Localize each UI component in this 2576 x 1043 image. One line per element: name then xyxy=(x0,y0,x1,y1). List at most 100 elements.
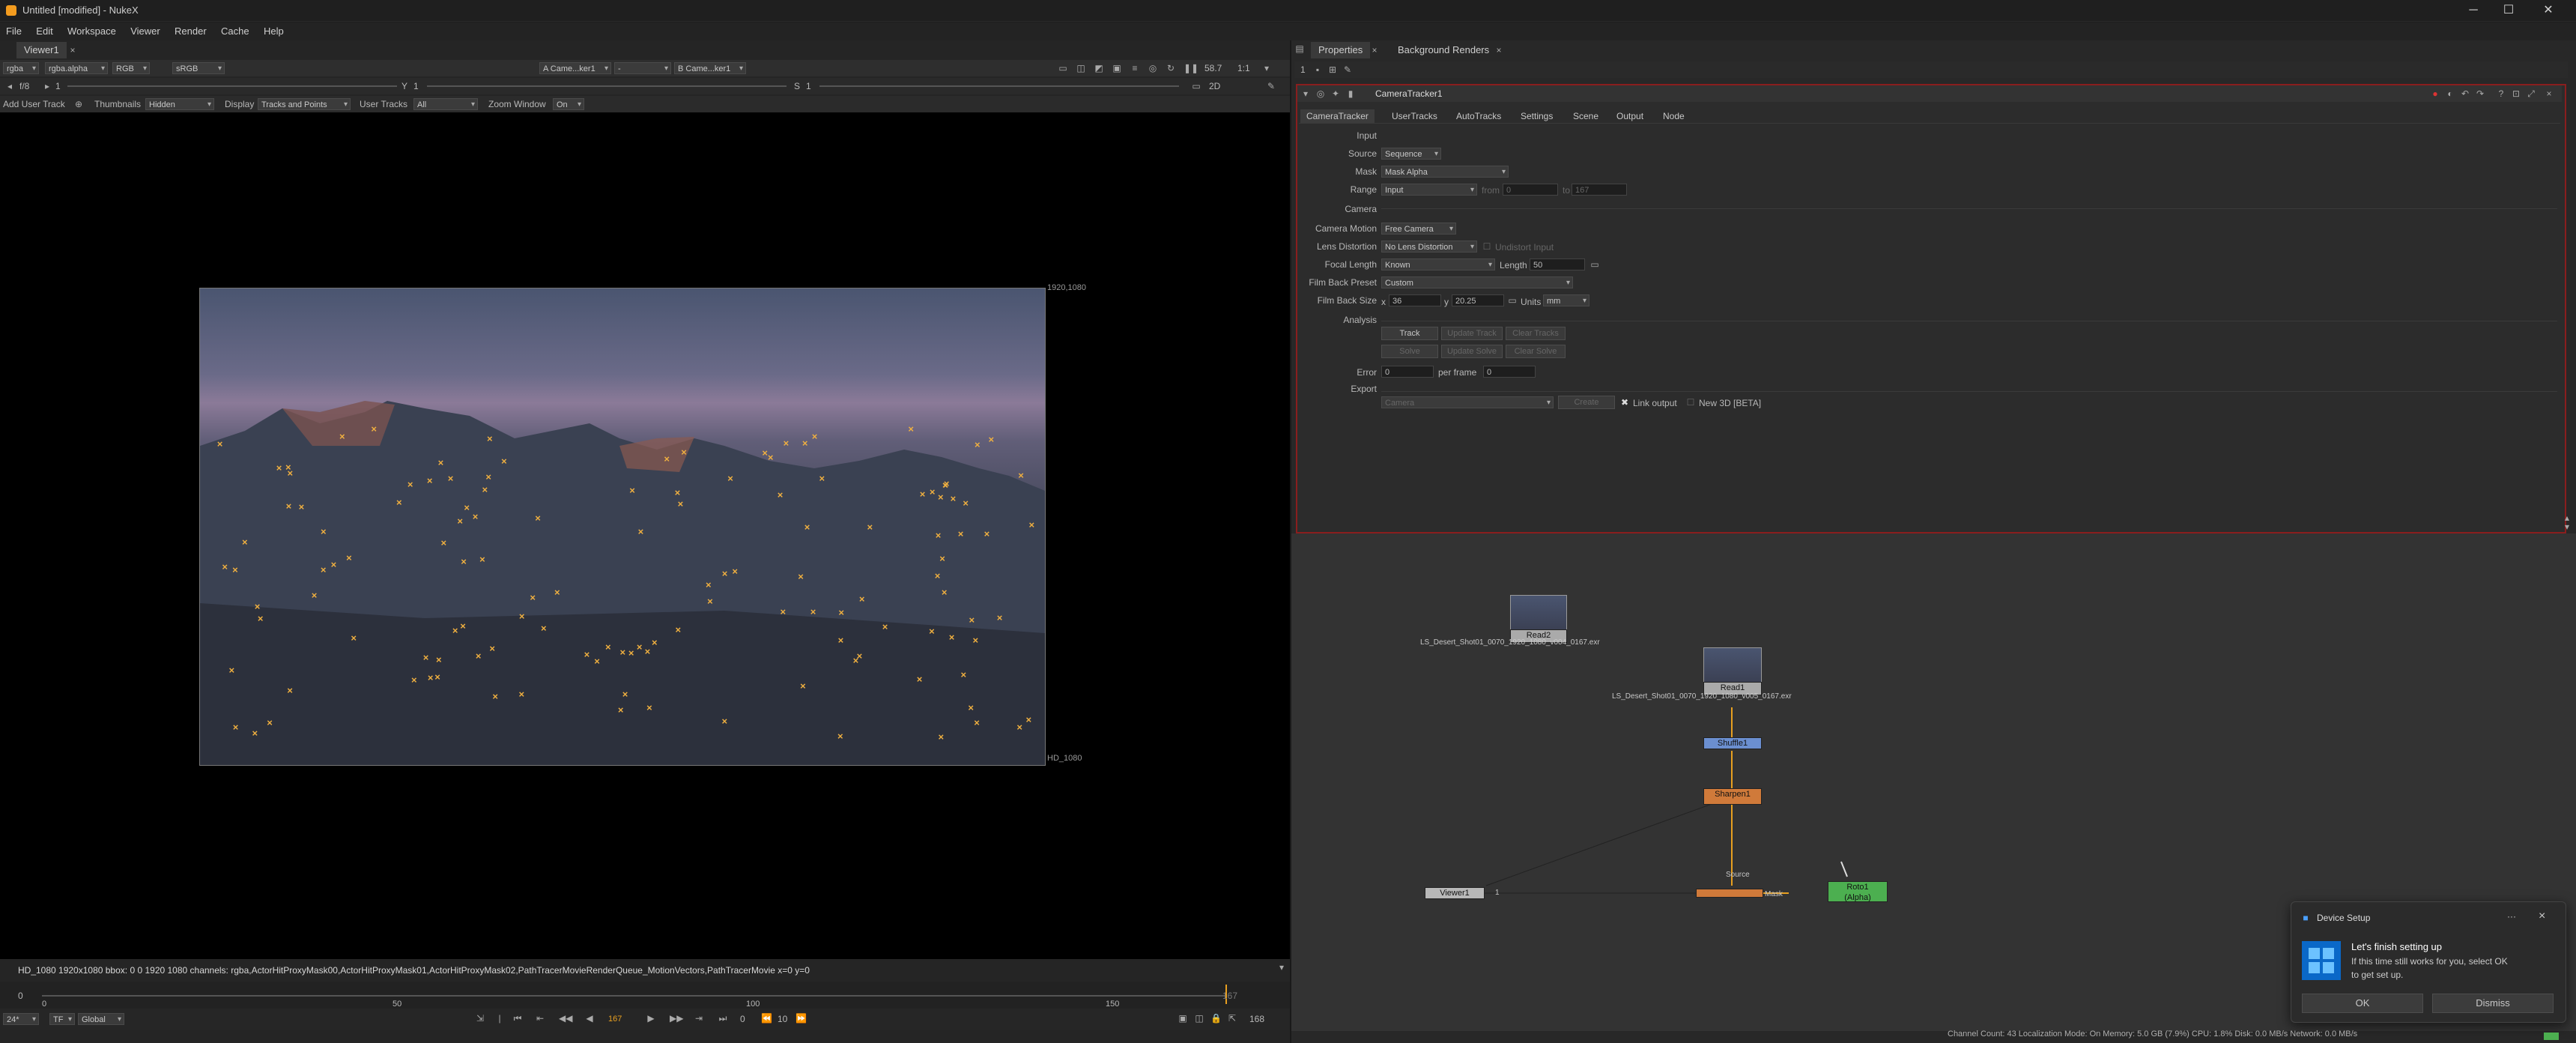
first-frame-icon[interactable]: ⏮ xyxy=(512,1013,523,1024)
track-marker[interactable]: × xyxy=(857,651,863,661)
play-icon[interactable]: ▶ xyxy=(646,1013,656,1024)
roto-node[interactable]: Roto1 (Alpha) xyxy=(1828,881,1888,902)
track-marker[interactable]: × xyxy=(768,453,774,462)
track-marker[interactable]: × xyxy=(664,454,670,464)
track-marker[interactable]: × xyxy=(339,432,345,441)
track-marker[interactable]: × xyxy=(645,647,651,656)
update-solve-button[interactable]: Update Solve xyxy=(1441,345,1503,358)
menu-help[interactable]: Help xyxy=(258,22,290,37)
track-marker[interactable]: × xyxy=(969,615,975,625)
user-tracks-dropdown[interactable]: All xyxy=(413,98,478,111)
frame-icon[interactable]: ▭ xyxy=(1191,81,1201,91)
roi-icon[interactable]: ▭ xyxy=(1058,63,1068,73)
track-marker[interactable]: × xyxy=(810,607,816,617)
in-point-icon[interactable]: | xyxy=(494,1013,505,1024)
more-icon[interactable]: ▾ xyxy=(1261,63,1272,73)
track-marker[interactable]: × xyxy=(222,562,228,572)
track-marker[interactable]: × xyxy=(678,499,684,509)
sharpen-node[interactable]: Sharpen1 xyxy=(1703,788,1762,805)
zoom-readout[interactable]: 58.7 xyxy=(1204,63,1222,73)
track-marker[interactable]: × xyxy=(452,626,458,635)
tab-background-renders[interactable]: Background Renders xyxy=(1390,42,1497,58)
track-marker[interactable]: × xyxy=(819,474,825,483)
read2-thumbnail[interactable] xyxy=(1510,595,1567,632)
viewer-image[interactable]: × × × × × × × × × × × × × × × × × × × × × × × × × × × × × × × × × × × × × × × ×… xyxy=(199,288,1046,766)
display-dropdown[interactable]: Tracks and Points xyxy=(258,98,351,111)
track-marker[interactable]: × xyxy=(518,689,524,699)
wipe-icon[interactable]: ◩ xyxy=(1094,63,1104,73)
redo-icon[interactable]: ↷ xyxy=(2475,88,2485,99)
track-marker[interactable]: × xyxy=(312,590,318,600)
track-marker[interactable]: × xyxy=(287,686,293,695)
track-marker[interactable]: × xyxy=(951,494,957,504)
node-color-icon[interactable]: ▮ xyxy=(1345,88,1356,99)
track-marker[interactable]: × xyxy=(541,623,547,633)
track-button[interactable]: Track xyxy=(1381,327,1438,340)
menu-cache[interactable]: Cache xyxy=(215,22,255,37)
track-marker[interactable]: × xyxy=(908,424,914,434)
track-marker[interactable]: × xyxy=(487,434,493,444)
track-marker[interactable]: × xyxy=(939,554,945,563)
minimize-icon[interactable]: ─ xyxy=(2457,2,2490,19)
create-button[interactable]: Create xyxy=(1558,396,1615,409)
track-marker[interactable]: × xyxy=(286,501,292,511)
timeline-track[interactable] xyxy=(42,995,1225,997)
track-marker[interactable]: × xyxy=(371,424,377,434)
track-marker[interactable]: × xyxy=(798,572,804,581)
float-icon[interactable]: ⊡ xyxy=(2511,88,2521,99)
track-marker[interactable]: × xyxy=(943,480,949,490)
track-marker[interactable]: × xyxy=(812,432,818,441)
track-marker[interactable]: × xyxy=(629,486,635,495)
play-back-icon[interactable]: ◀ xyxy=(584,1013,595,1024)
skip-back-icon[interactable]: ⏪ xyxy=(761,1013,772,1024)
menu-viewer[interactable]: Viewer xyxy=(124,22,166,37)
help-question-icon[interactable]: ? xyxy=(2496,88,2506,99)
track-marker[interactable]: × xyxy=(882,622,888,632)
tab-close-icon[interactable]: × xyxy=(1369,45,1380,55)
export-dropdown[interactable]: Camera xyxy=(1381,396,1554,409)
track-marker[interactable]: × xyxy=(838,635,844,645)
track-marker[interactable]: × xyxy=(1018,471,1024,480)
track-marker[interactable]: × xyxy=(988,435,994,444)
step-field[interactable]: 10 xyxy=(778,1014,787,1024)
toast-more-icon[interactable]: ··· xyxy=(2507,911,2516,922)
proxy-icon[interactable]: ▣ xyxy=(1112,63,1122,73)
lens-distortion-dropdown[interactable]: No Lens Distortion xyxy=(1381,241,1477,253)
track-marker[interactable]: × xyxy=(535,513,541,523)
out-point-icon[interactable]: ⇱ xyxy=(1227,1013,1237,1024)
input-b-dropdown[interactable]: B Came...ker1 xyxy=(674,62,746,75)
lock-icon[interactable]: 🔒 xyxy=(1210,1013,1222,1024)
lock-panel-icon[interactable]: ▪ xyxy=(1312,64,1323,75)
next-step-icon[interactable]: ▶▶ xyxy=(670,1013,683,1024)
track-marker[interactable]: × xyxy=(448,474,454,483)
animation-icon[interactable]: ▭ xyxy=(1589,259,1600,270)
track-marker[interactable]: × xyxy=(479,554,485,564)
scroll-down-icon[interactable]: ▾ xyxy=(2562,522,2572,532)
track-marker[interactable]: × xyxy=(396,498,402,507)
track-marker[interactable]: × xyxy=(258,614,264,623)
tf-dropdown[interactable]: TF xyxy=(49,1013,75,1026)
tab-output[interactable]: Output xyxy=(1610,109,1649,123)
track-marker[interactable]: × xyxy=(942,587,948,597)
thumbnails-dropdown[interactable]: Hidden xyxy=(145,98,214,111)
track-marker[interactable]: × xyxy=(930,487,936,497)
track-marker[interactable]: × xyxy=(460,621,466,631)
increment-field[interactable]: 0 xyxy=(740,1014,745,1024)
track-marker[interactable]: × xyxy=(800,681,806,691)
track-marker[interactable]: × xyxy=(1025,715,1031,725)
saturation-slider[interactable] xyxy=(819,85,1179,87)
skip-forward-icon[interactable]: ⏩ xyxy=(795,1013,807,1024)
shuffle-node[interactable]: Shuffle1 xyxy=(1703,737,1762,749)
track-marker[interactable]: × xyxy=(436,655,442,665)
track-marker[interactable]: × xyxy=(938,492,944,502)
menu-workspace[interactable]: Workspace xyxy=(61,22,122,37)
track-marker[interactable]: × xyxy=(489,644,495,653)
track-marker[interactable]: × xyxy=(681,447,687,457)
track-marker[interactable]: × xyxy=(784,438,790,448)
track-marker[interactable]: × xyxy=(276,463,282,473)
bounce-icon[interactable]: ◫ xyxy=(1194,1013,1204,1024)
update-track-button[interactable]: Update Track xyxy=(1441,327,1503,340)
track-marker[interactable]: × xyxy=(461,557,467,566)
frame-field[interactable]: 167 xyxy=(605,1013,638,1025)
refresh-icon[interactable]: ↻ xyxy=(1166,63,1176,73)
